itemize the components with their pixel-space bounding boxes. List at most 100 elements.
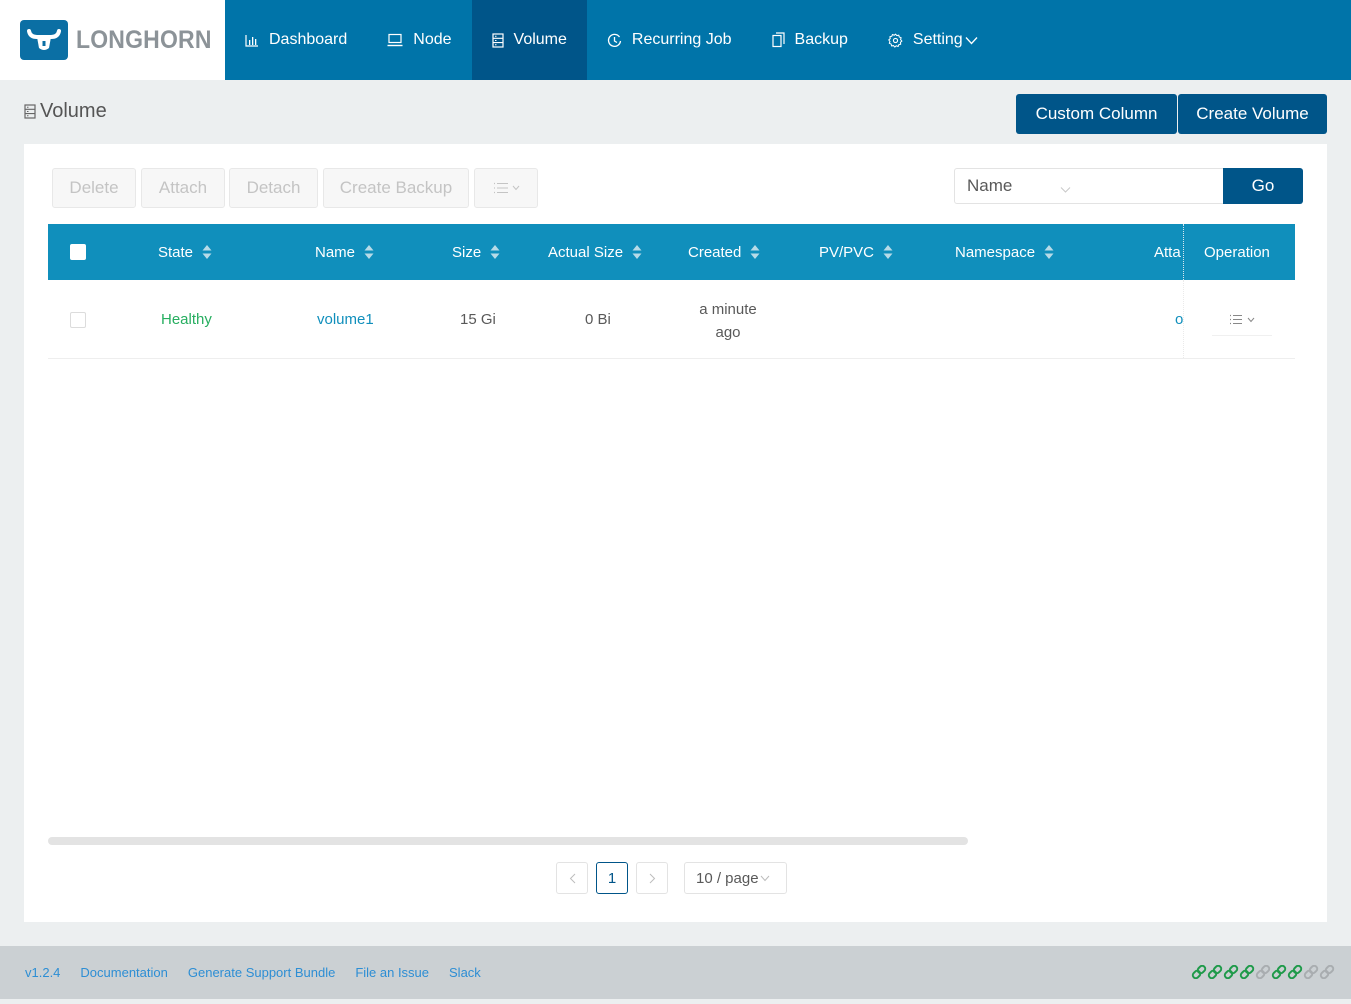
create-backup-button[interactable]: Create Backup xyxy=(323,168,469,208)
sort-icon xyxy=(632,244,642,260)
table-header: State Name Size Actual Size Created PV/P… xyxy=(48,224,1295,280)
bar-chart-icon xyxy=(245,34,259,47)
link-connected-icon xyxy=(1191,965,1207,979)
more-actions-button[interactable] xyxy=(474,168,538,208)
connection-status-indicators xyxy=(1191,965,1335,979)
column-header-label: State xyxy=(158,243,194,261)
created-line-2: ago xyxy=(715,324,741,341)
list-icon xyxy=(1229,314,1243,325)
sort-icon xyxy=(364,244,374,260)
volume-name-link[interactable]: volume1 xyxy=(317,280,374,358)
column-header-label: Created xyxy=(688,243,742,261)
chevron-left-icon xyxy=(569,873,576,884)
nav-volume[interactable]: Volume xyxy=(471,0,587,80)
sort-icon xyxy=(750,244,760,260)
list-icon xyxy=(493,182,509,194)
next-page-button[interactable] xyxy=(636,862,668,894)
link-connected-icon xyxy=(1271,965,1287,979)
link-connected-icon xyxy=(1223,965,1239,979)
chevron-right-icon xyxy=(649,873,656,884)
attach-button[interactable]: Attach xyxy=(141,168,225,208)
actual-size-cell: 0 Bi xyxy=(585,310,611,328)
horizontal-scrollbar[interactable] xyxy=(48,837,968,845)
table-row: Healthy volume1 15 Gi 0 Bi a minute ago … xyxy=(48,280,1295,359)
custom-column-button[interactable]: Custom Column xyxy=(1016,94,1177,134)
column-header-operation: Operation xyxy=(1183,224,1295,280)
page-size-select[interactable]: 10 / page xyxy=(684,862,787,894)
nav-recurring-job-label: Recurring Job xyxy=(631,31,732,48)
gear-icon xyxy=(888,33,903,48)
sort-icon xyxy=(490,244,500,260)
file-an-issue-link[interactable]: File an Issue xyxy=(355,965,429,980)
chevron-down-icon xyxy=(760,875,770,882)
link-connected-icon xyxy=(1239,965,1255,979)
nav-dashboard[interactable]: Dashboard xyxy=(225,0,367,80)
created-line-1: a minute xyxy=(699,301,757,318)
select-all-checkbox[interactable] xyxy=(70,244,86,260)
version-link[interactable]: v1.2.4 xyxy=(25,965,60,980)
operation-cell xyxy=(1183,280,1295,358)
footer: v1.2.4 Documentation Generate Support Bu… xyxy=(0,946,1351,999)
link-disconnected-icon xyxy=(1319,965,1335,979)
column-header-label: Namespace xyxy=(955,243,1036,261)
column-header-label: Name xyxy=(315,243,356,261)
filter-value-input[interactable] xyxy=(1083,168,1224,204)
page-title: Volume xyxy=(24,100,107,123)
column-header-label: Atta xyxy=(1154,243,1181,261)
nav-setting[interactable]: Setting xyxy=(868,0,998,80)
generate-support-bundle-link[interactable]: Generate Support Bundle xyxy=(188,965,335,980)
filter-field-value: Name xyxy=(967,176,1013,195)
column-header-name[interactable]: Name xyxy=(315,224,374,280)
column-header-actual-size[interactable]: Actual Size xyxy=(548,224,642,280)
sort-icon xyxy=(883,244,893,260)
nav-node[interactable]: Node xyxy=(367,0,471,80)
created-cell: a minute ago xyxy=(688,298,768,344)
chevron-down-icon xyxy=(1060,179,1071,199)
link-disconnected-icon xyxy=(1303,965,1319,979)
prev-page-button[interactable] xyxy=(556,862,588,894)
longhorn-logo-icon xyxy=(20,20,68,60)
chevron-down-icon xyxy=(1247,317,1255,323)
column-header-label: Operation xyxy=(1204,243,1270,261)
go-button[interactable]: Go xyxy=(1223,168,1303,204)
nav-backup[interactable]: Backup xyxy=(752,0,868,80)
filter-field-select[interactable]: Name xyxy=(954,168,1084,204)
documentation-link[interactable]: Documentation xyxy=(80,965,167,980)
sort-icon xyxy=(202,244,212,260)
page-1-button[interactable]: 1 xyxy=(596,862,628,894)
logo-text: LONGHORN xyxy=(76,25,212,54)
column-header-attached[interactable]: Atta xyxy=(1154,224,1181,280)
nav-dashboard-label: Dashboard xyxy=(269,31,348,48)
state-cell: Healthy xyxy=(161,310,212,328)
logo[interactable]: LONGHORN xyxy=(0,0,225,80)
detach-button[interactable]: Detach xyxy=(229,168,318,208)
link-connected-icon xyxy=(1287,965,1303,979)
column-header-namespace[interactable]: Namespace xyxy=(955,224,1054,280)
sort-icon xyxy=(1044,244,1054,260)
size-cell: 15 Gi xyxy=(460,310,496,328)
nav-recurring-job[interactable]: Recurring Job xyxy=(587,0,752,80)
main-nav: Dashboard Node Volume Recurring Job Back… xyxy=(225,0,998,80)
link-connected-icon xyxy=(1207,965,1223,979)
database-icon xyxy=(24,104,36,119)
column-header-label: Actual Size xyxy=(548,243,624,261)
column-header-label: PV/PVC xyxy=(819,243,875,261)
chevron-down-icon xyxy=(965,36,978,45)
clock-icon xyxy=(607,33,622,48)
column-header-created[interactable]: Created xyxy=(688,224,760,280)
nav-volume-label: Volume xyxy=(513,31,567,48)
chevron-down-icon xyxy=(512,185,520,191)
nav-backup-label: Backup xyxy=(794,31,848,48)
operation-menu-button[interactable] xyxy=(1212,304,1272,336)
volume-card: Delete Attach Detach Create Backup Name … xyxy=(24,144,1327,922)
column-header-state[interactable]: State xyxy=(158,224,212,280)
slack-link[interactable]: Slack xyxy=(449,965,481,980)
page-title-text: Volume xyxy=(40,100,107,122)
delete-button[interactable]: Delete xyxy=(52,168,136,208)
nav-node-label: Node xyxy=(413,31,452,48)
column-header-pv-pvc[interactable]: PV/PVC xyxy=(819,224,893,280)
page-size-value: 10 / page xyxy=(696,869,759,887)
column-header-size[interactable]: Size xyxy=(452,224,500,280)
row-checkbox[interactable] xyxy=(70,312,86,328)
create-volume-button[interactable]: Create Volume xyxy=(1178,94,1327,134)
